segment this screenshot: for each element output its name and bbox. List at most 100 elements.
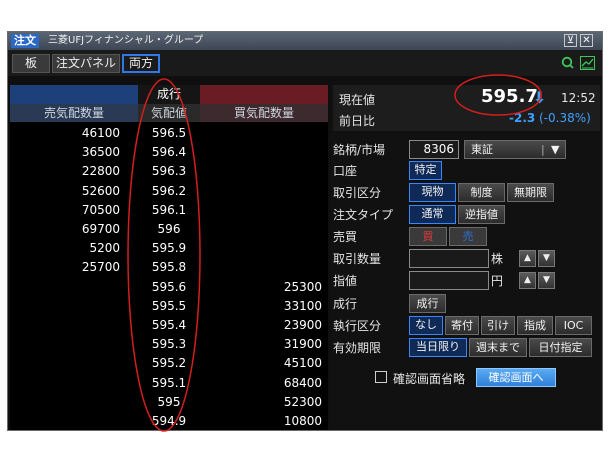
buy-qty-cell[interactable]: 23900 xyxy=(200,315,322,335)
execution-label: 執行区分 xyxy=(333,319,382,333)
close-icon[interactable]: ✕ xyxy=(580,34,593,47)
window-title: 三菱UFJフィナンシャル・グループ xyxy=(48,35,204,46)
quote-box: 現在値 595.7 ⬇ 12:52 前日比 -2.3 (-0.38%) xyxy=(333,85,600,131)
price-cell[interactable]: 595.5 xyxy=(138,296,200,316)
price-cell[interactable]: 596.3 xyxy=(138,161,200,181)
price-cell[interactable]: 595.2 xyxy=(138,353,200,373)
sell-qty-cell[interactable]: 25700 xyxy=(10,257,120,277)
price-cell[interactable]: 595.8 xyxy=(138,257,200,277)
buy-qty-cell[interactable]: 68400 xyxy=(200,373,322,393)
price-cell[interactable]: 595.6 xyxy=(138,277,200,297)
order-book-row: 70500 596.1 xyxy=(10,200,328,220)
buy-qty-cell[interactable]: 10800 xyxy=(200,411,322,431)
sell-qty-cell[interactable]: 46100 xyxy=(10,123,120,143)
order-type-label: 注文タイプ xyxy=(333,208,394,222)
quantity-input[interactable] xyxy=(409,249,489,268)
symbol-label: 銘柄/市場 xyxy=(333,143,386,157)
price-up-icon[interactable]: ▲ xyxy=(519,272,536,289)
arrow-down-icon: ⬇ xyxy=(533,88,547,107)
validity-weekend[interactable]: 週末まで xyxy=(469,338,527,357)
sell-qty-cell[interactable]: 36500 xyxy=(10,142,120,162)
price-cell[interactable]: 595.3 xyxy=(138,334,200,354)
confirm-button[interactable]: 確認画面へ xyxy=(476,368,556,387)
quantity-up-icon[interactable]: ▲ xyxy=(519,250,536,267)
market-order-button[interactable]: 成行 xyxy=(409,294,446,313)
current-price-label: 現在値 xyxy=(339,93,376,107)
validity-label: 有効期限 xyxy=(333,341,382,355)
exec-ioc[interactable]: IOC xyxy=(555,316,592,335)
sell-qty-header: 売気配数量 xyxy=(10,104,138,122)
sell-header-band xyxy=(10,85,138,104)
sell-qty-cell[interactable]: 69700 xyxy=(10,219,120,239)
order-book-row: 36500 596.4 xyxy=(10,142,328,162)
price-cell[interactable]: 596.2 xyxy=(138,181,200,201)
change-value: -2.3 xyxy=(509,111,536,125)
quantity-down-icon[interactable]: ▼ xyxy=(538,250,555,267)
market-order-label: 成行 xyxy=(333,297,358,311)
buy-header-band xyxy=(200,85,328,104)
limit-price-input[interactable] xyxy=(409,271,489,290)
exec-close[interactable]: 引け xyxy=(481,316,515,335)
chart-icon[interactable] xyxy=(580,56,595,73)
quantity-label: 取引数量 xyxy=(333,252,382,266)
price-cell[interactable]: 596 xyxy=(138,219,200,239)
buy-qty-header: 買気配数量 xyxy=(200,104,328,122)
order-book-row: 46100 596.5 xyxy=(10,123,328,143)
exec-none[interactable]: なし xyxy=(409,316,443,335)
order-type-normal[interactable]: 通常 xyxy=(409,205,456,224)
price-cell[interactable]: 595.4 xyxy=(138,315,200,335)
tab-both[interactable]: 両方 xyxy=(122,54,160,73)
exec-funari[interactable]: 指成 xyxy=(517,316,553,335)
order-book-row: 595.3 31900 xyxy=(10,334,328,354)
validity-date[interactable]: 日付指定 xyxy=(529,338,592,357)
select-divider: | xyxy=(541,143,545,156)
order-window: 注文 三菱UFJフィナンシャル・グループ ⊻ ✕ 板 注文パネル 両方 成行 売… xyxy=(7,31,603,431)
buy-qty-cell[interactable]: 33100 xyxy=(200,296,322,316)
search-icon[interactable] xyxy=(561,56,574,72)
market-select-value: 東証 xyxy=(471,143,493,156)
price-cell[interactable]: 596.5 xyxy=(138,123,200,143)
buy-qty-cell[interactable]: 25300 xyxy=(200,277,322,297)
order-type-stop[interactable]: 逆指値 xyxy=(458,205,505,224)
price-cell[interactable]: 596.4 xyxy=(138,142,200,162)
limit-price-label: 指値 xyxy=(333,274,358,288)
skip-confirm-checkbox[interactable] xyxy=(375,371,387,383)
tab-board[interactable]: 板 xyxy=(12,54,50,73)
order-book-row: 595.4 23900 xyxy=(10,315,328,335)
buy-qty-cell[interactable]: 52300 xyxy=(200,392,322,412)
buy-qty-cell[interactable]: 31900 xyxy=(200,334,322,354)
side-buy-button[interactable]: 買 xyxy=(409,227,447,246)
sell-qty-cell[interactable]: 70500 xyxy=(10,200,120,220)
minimize-icon[interactable]: ⊻ xyxy=(564,34,577,47)
change-label: 前日比 xyxy=(339,114,376,128)
order-book-row: 52600 596.2 xyxy=(10,181,328,201)
price-cell[interactable]: 595.9 xyxy=(138,238,200,258)
price-cell[interactable]: 595 xyxy=(138,392,200,412)
market-order-header[interactable]: 成行 xyxy=(138,85,200,104)
trade-type-unlimited[interactable]: 無期限 xyxy=(507,183,554,202)
price-cell[interactable]: 594.9 xyxy=(138,411,200,431)
account-button[interactable]: 特定 xyxy=(409,161,442,180)
sell-qty-cell[interactable]: 52600 xyxy=(10,181,120,201)
trade-type-label: 取引区分 xyxy=(333,186,382,200)
tab-order-panel[interactable]: 注文パネル xyxy=(52,54,120,73)
trade-type-cash[interactable]: 現物 xyxy=(409,183,456,202)
buy-qty-cell[interactable]: 45100 xyxy=(200,353,322,373)
trade-type-margin[interactable]: 制度 xyxy=(458,183,505,202)
title-bar: 注文 三菱UFJフィナンシャル・グループ ⊻ ✕ xyxy=(8,32,602,50)
price-down-icon[interactable]: ▼ xyxy=(538,272,555,289)
order-book: 成行 売気配数量 気配値 買気配数量 46100 596.5 36500 596.4 2… xyxy=(10,85,328,430)
price-cell[interactable]: 595.1 xyxy=(138,373,200,393)
exec-open[interactable]: 寄付 xyxy=(445,316,479,335)
tab-bar: 板 注文パネル 両方 xyxy=(8,50,602,76)
price-cell[interactable]: 596.1 xyxy=(138,200,200,220)
sell-qty-cell[interactable]: 5200 xyxy=(10,238,120,258)
market-select[interactable]: 東証 | ▼ xyxy=(464,140,566,159)
sell-qty-cell[interactable]: 22800 xyxy=(10,161,120,181)
side-sell-button[interactable]: 売 xyxy=(449,227,487,246)
order-book-row: 594.9 10800 xyxy=(10,411,328,431)
order-panel: 現在値 595.7 ⬇ 12:52 前日比 -2.3 (-0.38%) 銘柄/市… xyxy=(331,85,602,430)
symbol-input[interactable]: 8306 xyxy=(409,140,459,159)
window-badge: 注文 xyxy=(11,34,39,48)
validity-today[interactable]: 当日限り xyxy=(409,338,467,357)
